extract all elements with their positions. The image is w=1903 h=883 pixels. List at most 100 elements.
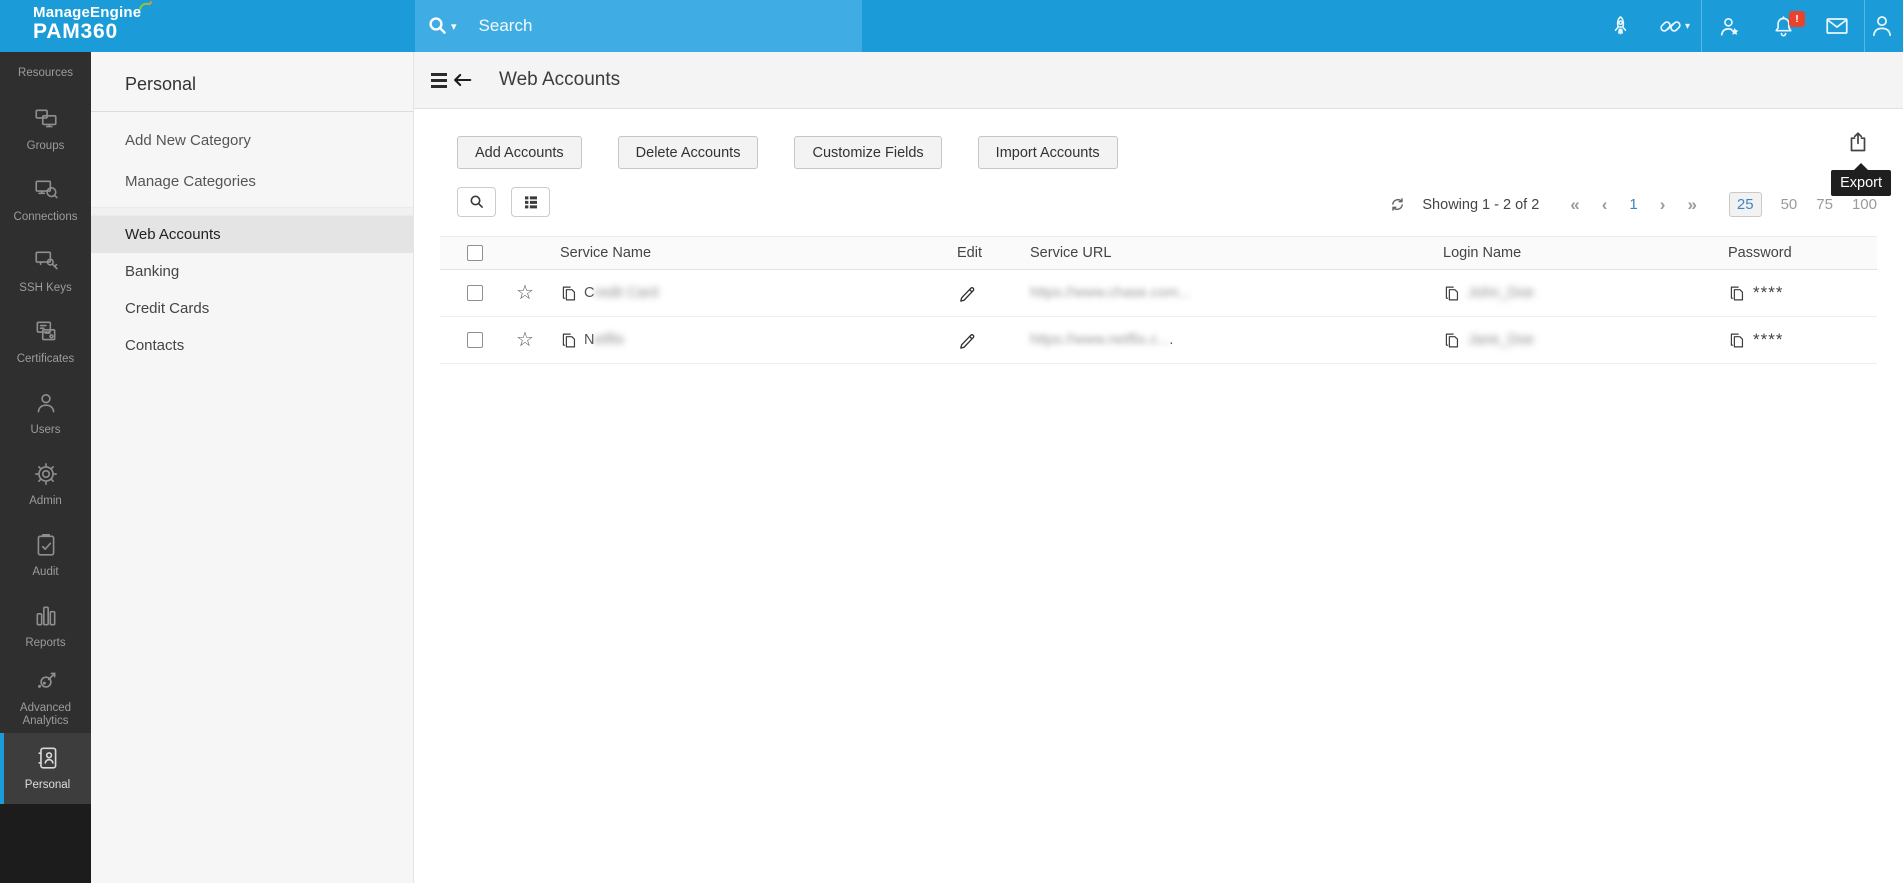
service-url-trail: . xyxy=(1169,332,1174,348)
sidebar-item-admin[interactable]: Admin xyxy=(0,449,91,520)
service-name-redacted: etflix xyxy=(594,332,625,348)
user-profile-icon[interactable] xyxy=(1865,13,1899,39)
copy-icon[interactable] xyxy=(1728,331,1745,350)
table-row: ☆ Credit Card https://www.chase.com... J… xyxy=(440,270,1877,317)
column-header-password: Password xyxy=(1728,245,1792,261)
table-row: ☆ Netflix https://www.netflix.c... . Jan… xyxy=(440,317,1877,364)
edit-pencil-icon[interactable] xyxy=(957,331,976,350)
manage-categories-link[interactable]: Manage Categories xyxy=(91,161,413,202)
pagination-summary: Showing 1 - 2 of 2 xyxy=(1422,196,1540,213)
sidebar-item-connections[interactable]: Connections xyxy=(0,165,91,236)
row-checkbox[interactable] xyxy=(467,332,483,348)
copy-icon[interactable] xyxy=(560,284,577,303)
view-controls xyxy=(457,187,550,217)
service-name-text[interactable]: Netflix xyxy=(584,332,624,348)
sidebar-item-personal[interactable]: Personal xyxy=(0,733,91,804)
whats-new-rocket-icon[interactable] xyxy=(1593,14,1647,39)
category-item-banking[interactable]: Banking xyxy=(91,253,413,290)
sidebar-item-label: Connections xyxy=(13,211,78,224)
sidebar-item-users[interactable]: Users xyxy=(0,378,91,449)
export-icon xyxy=(1850,132,1866,152)
brand-name: ManageEngine xyxy=(33,0,153,21)
column-header-service-url: Service URL xyxy=(1030,245,1112,261)
column-header-login-name: Login Name xyxy=(1443,245,1522,261)
search-icon[interactable]: ▾ xyxy=(426,14,457,38)
users-icon xyxy=(33,390,59,419)
groups-icon xyxy=(33,106,59,135)
refresh-icon[interactable] xyxy=(1389,196,1406,213)
row-checkbox[interactable] xyxy=(467,285,483,301)
add-accounts-button[interactable]: Add Accounts xyxy=(457,136,582,169)
category-item-web-accounts[interactable]: Web Accounts xyxy=(91,216,413,253)
login-name-redacted: John_Doe xyxy=(1468,285,1535,301)
edit-pencil-icon[interactable] xyxy=(957,284,976,303)
notification-badge: ! xyxy=(1789,10,1805,27)
service-url-redacted[interactable]: https://www.netflix.c... xyxy=(1030,332,1169,348)
web-accounts-table: Service Name Edit Service URL Login Name… xyxy=(440,236,1877,364)
previous-page-button[interactable]: ‹ xyxy=(1602,195,1608,215)
app-logo[interactable]: ManageEngine PAM360 xyxy=(33,0,153,44)
sidebar-item-audit[interactable]: Audit xyxy=(0,520,91,591)
sidebar-item-reports[interactable]: Reports xyxy=(0,591,91,662)
search-input[interactable] xyxy=(478,16,809,36)
sidebar-item-ssh-keys[interactable]: SSH Keys xyxy=(0,236,91,307)
sidebar-item-label: Advanced Analytics xyxy=(19,701,72,727)
top-header: ManageEngine PAM360 ▾ ▾ xyxy=(0,0,1903,52)
favorite-star-icon[interactable]: ☆ xyxy=(516,330,534,350)
brand-swoosh-icon xyxy=(138,0,153,17)
mail-icon[interactable] xyxy=(1810,13,1864,39)
select-all-checkbox[interactable] xyxy=(467,245,483,261)
last-page-button[interactable]: » xyxy=(1687,195,1696,215)
search-icon xyxy=(469,195,483,208)
password-masked: **** xyxy=(1753,330,1784,349)
user-review-icon[interactable] xyxy=(1702,14,1756,39)
page-size-75[interactable]: 75 xyxy=(1816,196,1833,213)
page-title: Web Accounts xyxy=(499,69,621,90)
table-search-button[interactable] xyxy=(457,187,496,217)
sidebar-item-label: Personal xyxy=(24,779,71,792)
copy-icon[interactable] xyxy=(1728,284,1745,303)
pagination-bar: Showing 1 - 2 of 2 « ‹ 1 › » 25 50 75 10… xyxy=(1389,192,1877,217)
password-masked: **** xyxy=(1753,283,1784,302)
list-view-icon xyxy=(524,196,537,209)
page-size-100[interactable]: 100 xyxy=(1852,196,1877,213)
sidebar-item-label: Audit xyxy=(32,566,59,579)
notifications-bell-icon[interactable]: ! xyxy=(1756,10,1810,39)
category-item-contacts[interactable]: Contacts xyxy=(91,327,413,364)
product-name: PAM360 xyxy=(33,20,118,43)
export-button[interactable] xyxy=(1846,130,1870,159)
table-header-row: Service Name Edit Service URL Login Name… xyxy=(440,236,1877,270)
sidebar-item-groups[interactable]: Groups xyxy=(0,94,91,165)
sidebar-item-label: Resources xyxy=(18,66,73,79)
copy-icon[interactable] xyxy=(1443,284,1460,303)
sidebar-item-advanced-analytics[interactable]: Advanced Analytics xyxy=(0,662,91,733)
favorite-star-icon[interactable]: ☆ xyxy=(516,283,534,303)
quick-links-icon[interactable]: ▾ xyxy=(1647,14,1701,39)
admin-gear-icon xyxy=(33,461,59,490)
service-name-redacted: redit Card xyxy=(594,285,659,301)
category-item-credit-cards[interactable]: Credit Cards xyxy=(91,290,413,327)
service-url-redacted[interactable]: https://www.chase.com... xyxy=(1030,285,1190,301)
copy-icon[interactable] xyxy=(560,331,577,350)
page-size-50[interactable]: 50 xyxy=(1781,196,1798,213)
personal-categories-panel: Personal Add New Category Manage Categor… xyxy=(91,52,414,883)
sidebar-item-certificates[interactable]: Certificates xyxy=(0,307,91,378)
delete-accounts-button[interactable]: Delete Accounts xyxy=(617,136,759,169)
copy-icon[interactable] xyxy=(1443,331,1460,350)
add-new-category-link[interactable]: Add New Category xyxy=(91,120,413,161)
sidebar-item-label: Certificates xyxy=(16,353,75,366)
service-name-visible: C xyxy=(584,285,595,301)
collapse-panel-button[interactable] xyxy=(431,69,475,91)
sidebar-item-resources[interactable]: Resources xyxy=(0,52,91,94)
service-name-text[interactable]: Credit Card xyxy=(584,285,658,301)
customize-fields-button[interactable]: Customize Fields xyxy=(794,136,942,169)
certificates-icon xyxy=(33,319,59,348)
next-page-button[interactable]: › xyxy=(1660,195,1666,215)
import-accounts-button[interactable]: Import Accounts xyxy=(977,136,1118,169)
sidebar-item-label: Users xyxy=(30,424,61,437)
column-chooser-button[interactable] xyxy=(511,187,550,217)
current-page-number[interactable]: 1 xyxy=(1629,196,1637,213)
first-page-button[interactable]: « xyxy=(1570,195,1579,215)
page-size-25[interactable]: 25 xyxy=(1728,192,1762,217)
search-scope-caret-icon[interactable]: ▾ xyxy=(451,20,457,33)
